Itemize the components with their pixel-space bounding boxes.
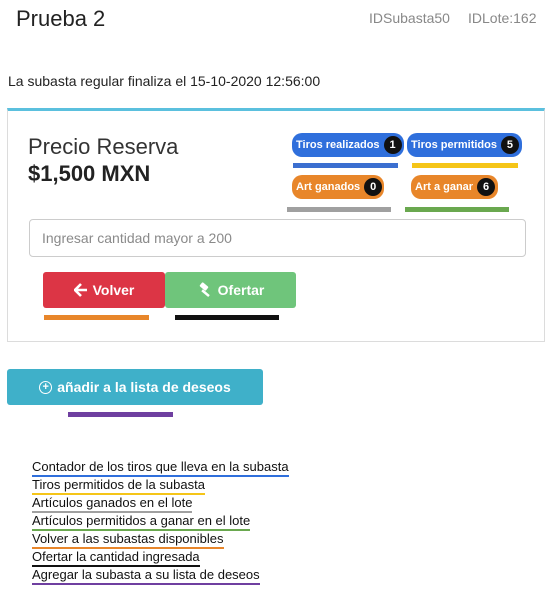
auction-id: IDSubasta50 (369, 10, 450, 26)
tiros-permitidos-label: Tiros permitidos (411, 139, 497, 151)
tiros-realizados-label: Tiros realizados (296, 139, 380, 151)
auction-end-text: La subasta regular finaliza el 15-10-202… (8, 73, 321, 89)
tiros-realizados-count: 1 (383, 136, 402, 154)
legend-item: Agregar la subasta a su lista de deseos (32, 567, 260, 585)
plus-circle-icon: + (39, 380, 53, 394)
back-button-underline (44, 315, 149, 320)
legend-item: Ofertar la cantidad ingresada (32, 549, 200, 567)
page-title: Prueba 2 (16, 6, 106, 31)
offer-button-label: Ofertar (217, 282, 265, 298)
offer-button[interactable]: Ofertar (165, 272, 296, 308)
offer-button-underline (175, 315, 279, 320)
wishlist-button-label: añadir a la lista de deseos (57, 379, 231, 395)
wishlist-button-underline (68, 412, 173, 417)
art-ganados-badge: Art ganados 0 (292, 175, 384, 199)
art-a-ganar-underline (405, 207, 509, 212)
reserve-price: $1,500 MXN (28, 161, 151, 186)
legend-item: Artículos permitidos a ganar en el lote (32, 513, 251, 531)
legend-item: Artículos ganados en el lote (32, 495, 193, 513)
back-button-label: Volver (92, 282, 135, 298)
reserve-label: Precio Reserva (28, 134, 179, 159)
lot-id: IDLote:162 (468, 10, 537, 26)
gavel-icon (199, 282, 210, 297)
tiros-realizados-badge: Tiros realizados 1 (292, 133, 404, 157)
art-a-ganar-badge: Art a ganar 6 (411, 175, 498, 199)
legend-item: Tiros permitidos de la subasta (32, 477, 205, 495)
tiros-permitidos-underline (412, 163, 518, 168)
arrow-left-icon (73, 283, 87, 297)
art-ganados-underline (287, 207, 391, 212)
add-to-wishlist-button[interactable]: + añadir a la lista de deseos (7, 369, 263, 405)
legend-item: Contador de los tiros que lleva en la su… (32, 459, 289, 477)
bid-amount-input[interactable] (29, 219, 526, 257)
art-a-ganar-count: 6 (477, 178, 496, 196)
tiros-realizados-underline (293, 163, 398, 168)
tiros-permitidos-count: 5 (500, 136, 519, 154)
art-ganados-count: 0 (364, 178, 383, 196)
art-ganados-label: Art ganados (296, 181, 361, 193)
back-button[interactable]: Volver (43, 272, 165, 308)
tiros-permitidos-badge: Tiros permitidos 5 (407, 133, 522, 157)
legend-item: Volver a las subastas disponibles (32, 531, 224, 549)
art-a-ganar-label: Art a ganar (415, 181, 474, 193)
